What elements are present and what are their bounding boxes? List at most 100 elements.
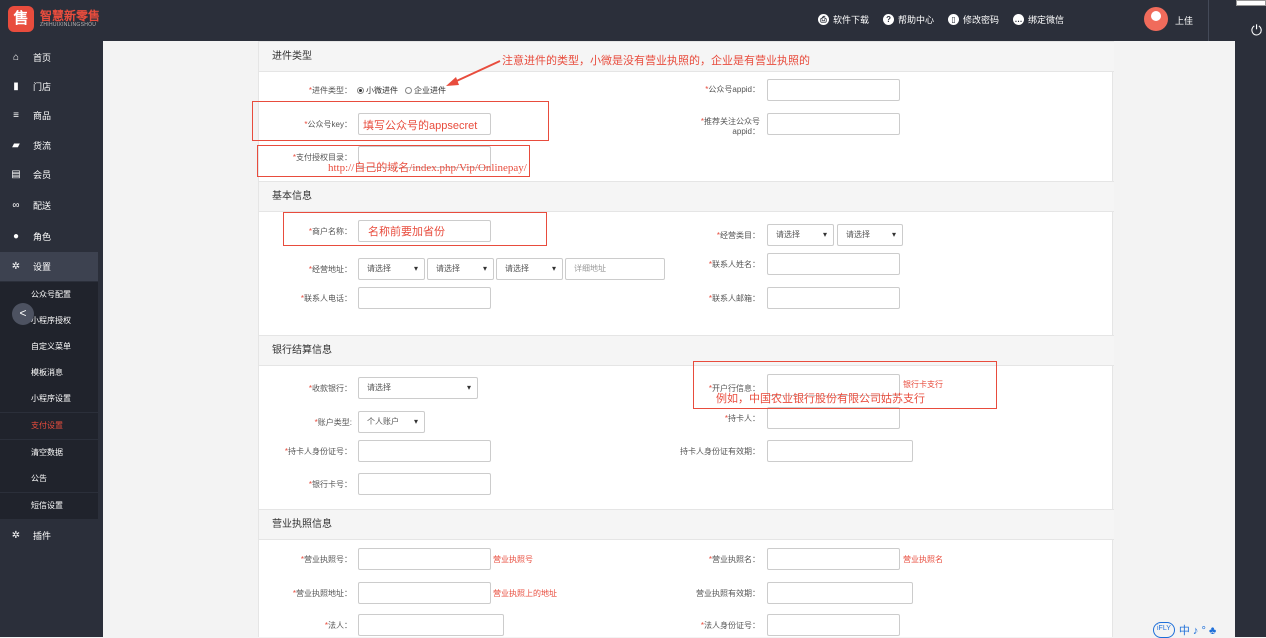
sidebar-item-plugin[interactable]: ✲ 插件	[0, 521, 98, 550]
gears-icon: ✲	[11, 530, 21, 541]
sidebar-item-goods[interactable]: ≡ 商品	[0, 101, 98, 130]
holder-id-label: *持卡人身份证号：	[284, 447, 352, 456]
legal-person-input[interactable]	[358, 614, 504, 636]
sidebar-item-role[interactable]: ● 角色	[0, 222, 98, 251]
truck-icon: ▰	[12, 140, 20, 151]
license-expiry-input[interactable]	[767, 582, 913, 604]
sidebar-item-logistics[interactable]: ▰ 货流	[0, 131, 98, 160]
nav-bind-wechat[interactable]: … 绑定微信	[1013, 13, 1064, 26]
sidebar-sub-item[interactable]: 公众号配置	[0, 282, 98, 308]
id-card-icon: ▤	[11, 169, 21, 180]
section-title-license: 营业执照信息	[259, 509, 1114, 540]
sidebar-sub-item[interactable]: 短信设置	[0, 493, 98, 519]
card-no-input[interactable]	[358, 473, 491, 495]
ime-status: 中 ♪ ° ♣	[1178, 625, 1217, 637]
bank-select[interactable]: 请选择	[358, 377, 478, 399]
sidebar-item-settings[interactable]: ✲ 设置	[0, 252, 98, 281]
license-addr-label: *营业执照地址：	[292, 589, 352, 598]
contact-phone-input[interactable]	[358, 287, 491, 309]
legal-id-label: *法人身份证号：	[700, 621, 760, 630]
sidebar-sub-item[interactable]: 小程序设置	[0, 386, 98, 412]
thermometer-icon: ▯	[948, 14, 960, 25]
license-expiry-label: 营业执照有效期：	[696, 589, 760, 598]
sidebar-item-label: 会员	[33, 170, 52, 180]
license-name-label: *营业执照名：	[708, 555, 760, 564]
brand-logo-icon[interactable]: 售	[8, 6, 34, 32]
leimu-select-1[interactable]: 请选择	[767, 224, 834, 246]
right-strip	[1235, 0, 1266, 637]
holder-id-expiry-input[interactable]	[767, 440, 913, 462]
sidebar-item-member[interactable]: ▤ 会员	[0, 160, 98, 189]
ime-badge: iFLY	[1153, 622, 1175, 638]
license-addr-input[interactable]	[358, 582, 491, 604]
contact-email-input[interactable]	[767, 287, 900, 309]
addr-province-select[interactable]: 请选择	[358, 258, 425, 280]
section-title-basic: 基本信息	[259, 181, 1114, 212]
sidebar-item-label: 首页	[33, 53, 52, 63]
tuijian-appid-input[interactable]	[767, 113, 900, 135]
license-no-hint: 营业执照号	[493, 555, 533, 564]
nav-software-download[interactable]: ⎙ 软件下载	[818, 13, 869, 26]
annotation-key-note: 填写公众号的appsecret	[363, 120, 478, 132]
sidebar-sub-item[interactable]: 公告	[0, 466, 98, 492]
sidebar-item-label: 货流	[33, 141, 52, 151]
brand-subtitle: ZHIHUIXINLINGSHOU	[40, 22, 97, 28]
window-bar	[1236, 0, 1266, 6]
annotation-type-note: 注意进件的类型，小微是没有营业执照的，企业是有营业执照的	[502, 55, 810, 67]
holder-id-input[interactable]	[358, 440, 491, 462]
license-name-hint: 营业执照名	[903, 555, 943, 564]
contact-email-label: *联系人邮箱：	[708, 294, 760, 303]
leimu-select-2[interactable]: 请选择	[837, 224, 903, 246]
ime-toolbar[interactable]: iFLY 中 ♪ ° ♣	[1153, 622, 1216, 638]
divider	[1208, 0, 1209, 41]
sidebar-sub-item[interactable]: 模板消息	[0, 360, 98, 386]
license-name-input[interactable]	[767, 548, 900, 570]
jingying-leimu-label: *经营类目：	[716, 231, 760, 240]
nav-change-password[interactable]: ▯ 修改密码	[948, 13, 999, 26]
collapse-sidebar-button[interactable]: <	[12, 303, 34, 325]
sidebar-item-label: 插件	[33, 531, 52, 541]
annotation-bank-note: 例如，中国农业银行股份有限公司姑苏支行	[716, 393, 925, 405]
addr-district-select[interactable]: 请选择	[496, 258, 563, 280]
legal-id-input[interactable]	[767, 614, 900, 636]
nav-help-center[interactable]: ? 帮助中心	[883, 13, 934, 26]
printer-icon: ⎙	[818, 14, 829, 25]
top-nav: ⎙ 软件下载 ? 帮助中心 ▯ 修改密码 … 绑定微信	[818, 13, 1064, 26]
gzh-appid-input[interactable]	[767, 79, 900, 101]
tuijian-appid-label: *推荐关注公众号 appid：	[700, 117, 760, 136]
question-icon: ?	[883, 14, 895, 25]
sidebar-item-label: 商品	[33, 111, 52, 121]
account-type-select[interactable]: 个人账户	[358, 411, 425, 433]
list-icon: ≡	[13, 110, 19, 121]
nav-label: 帮助中心	[898, 15, 935, 25]
nav-label: 软件下载	[833, 15, 870, 25]
addr-detail-input[interactable]: 详细地址	[565, 258, 665, 280]
avatar[interactable]	[1144, 7, 1168, 31]
sidebar-sub-item[interactable]: 清空数据	[0, 440, 98, 466]
contact-name-label: *联系人姓名：	[708, 260, 760, 269]
gzh-appid-label: *公众号appid：	[705, 85, 760, 94]
top-bar: 售 智慧新零售 ZHIHUIXINLINGSHOU ⎙ 软件下载 ? 帮助中心 ▯ 修…	[0, 0, 1235, 41]
contact-name-input[interactable]	[767, 253, 900, 275]
sidebar-item-label: 设置	[33, 262, 52, 272]
sidebar-item-home[interactable]: ⌂ 首页	[0, 43, 98, 72]
sidebar-sub-item[interactable]: 自定义菜单	[0, 334, 98, 360]
gear-icon: ✲	[11, 261, 21, 272]
sidebar-item-delivery[interactable]: ∞ 配送	[0, 191, 98, 220]
sidebar-item-label: 角色	[33, 232, 52, 242]
card-holder-input[interactable]	[767, 407, 900, 429]
license-no-input[interactable]	[358, 548, 491, 570]
addr-city-select[interactable]: 请选择	[427, 258, 494, 280]
store-icon: ▮	[13, 81, 19, 92]
radio-xiaowei[interactable]: 小微进件	[357, 85, 398, 96]
sidebar-sub-item-active[interactable]: 支付设置	[0, 413, 98, 439]
chat-icon: …	[1013, 14, 1025, 25]
license-addr-hint: 营业执照上的地址	[493, 589, 557, 598]
jingying-addr-label: *经营地址：	[308, 265, 352, 274]
license-no-label: *营业执照号：	[300, 555, 352, 564]
radio-dot	[405, 87, 412, 94]
account-type-label: *账户类型:	[314, 418, 352, 427]
user-name[interactable]: 上佳	[1175, 14, 1193, 27]
sidebar-item-store[interactable]: ▮ 门店	[0, 72, 98, 101]
power-icon[interactable]: ⏻	[1251, 22, 1262, 39]
